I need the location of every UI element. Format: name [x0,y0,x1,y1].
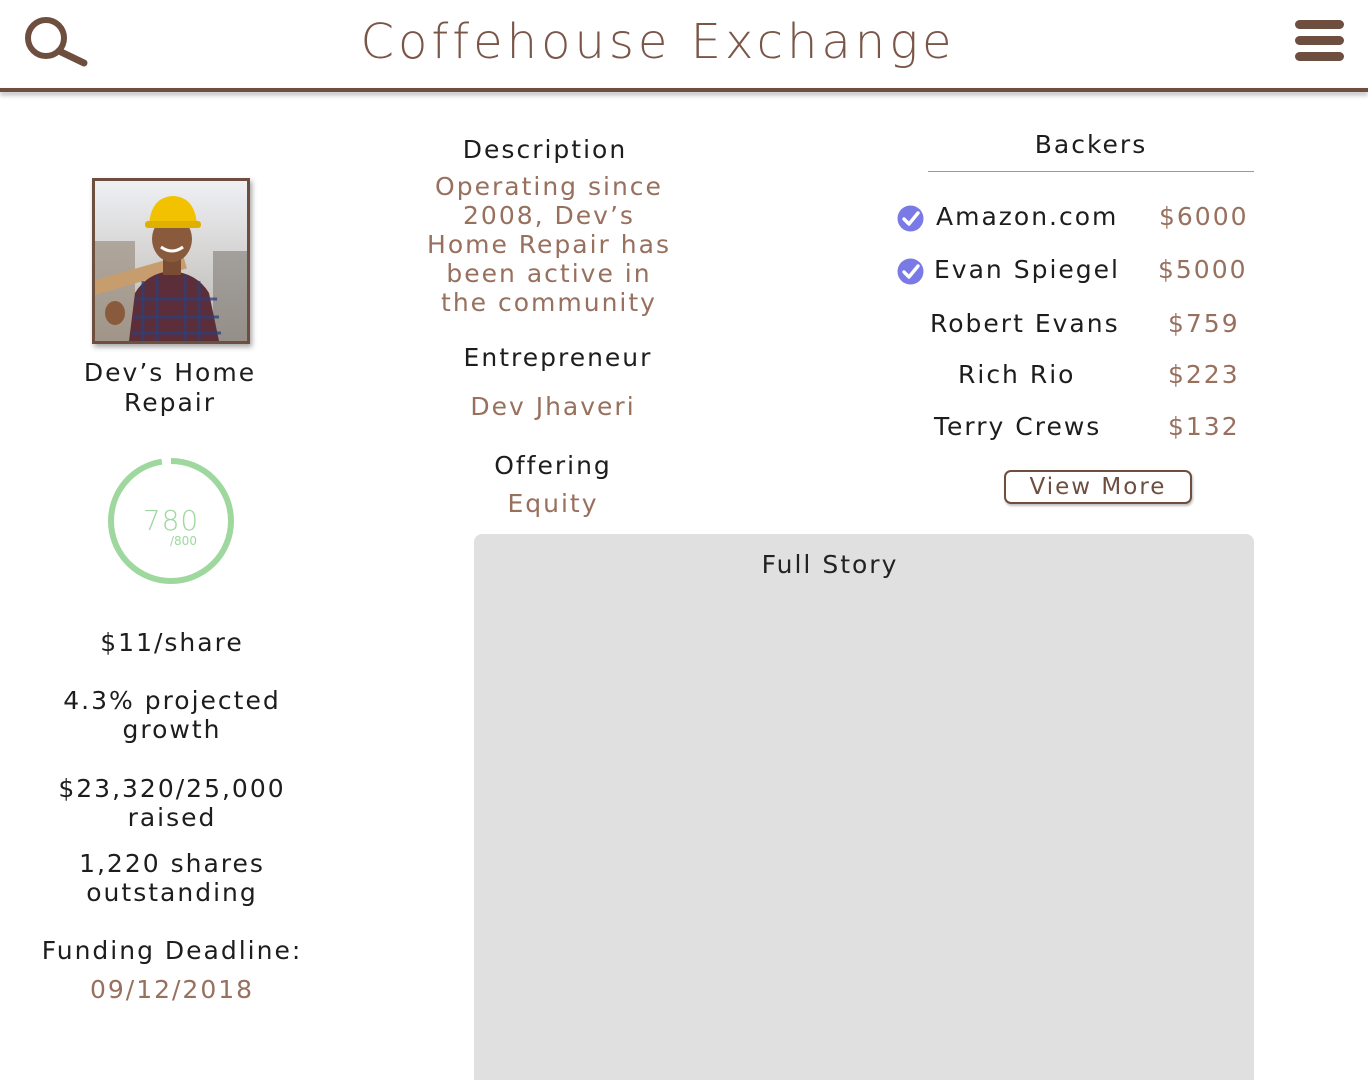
projected-growth: 4.3% projected growth [63,686,281,744]
backer-amount: $132 [1168,412,1240,441]
full-story-panel: Full Story [474,534,1254,1080]
funding-deadline-value: 09/12/2018 [89,975,255,1004]
backer-row[interactable]: Terry Crews $132 [894,412,1264,446]
full-story-title: Full Story [761,550,899,579]
contractor-photo-illustration [95,181,247,341]
score-max: /800 [170,534,197,548]
backer-row[interactable]: Evan Spiegel $5000 [894,255,1264,289]
backer-name: Terry Crews [934,412,1102,441]
backer-name: Rich Rio [958,360,1076,389]
backer-amount: $5000 [1158,255,1248,284]
offering-label: Offering [494,451,612,480]
backer-row[interactable]: Amazon.com $6000 [894,202,1264,236]
backer-name: Evan Spiegel [934,255,1120,284]
description-text: Operating since 2008, Dev’s Home Repair … [427,172,671,317]
backer-name: Amazon.com [936,202,1119,231]
price-per-share: $11/share [100,628,244,657]
backer-amount: $759 [1168,309,1240,338]
verified-check-icon [897,205,924,232]
app-header: Coffehouse Exchange [0,0,1368,90]
backer-row[interactable]: Rich Rio $223 [894,360,1264,394]
entrepreneur-name: Dev Jhaveri [470,392,636,421]
shares-outstanding: 1,220 shares outstanding [79,849,265,907]
hamburger-menu-icon [1295,20,1344,61]
backer-amount: $6000 [1159,202,1249,231]
backers-title: Backers [1034,130,1148,159]
credit-score-gauge: 780 /800 [104,454,238,588]
business-photo [92,178,250,344]
view-more-button[interactable]: View More [1004,470,1192,504]
menu-button[interactable] [1294,18,1346,66]
amount-raised: $23,320/25,000 raised [58,774,286,832]
description-label: Description [462,135,628,164]
offering-value: Equity [507,489,599,518]
entrepreneur-label: Entrepreneur [463,343,653,372]
score-value: 780 [142,504,200,537]
business-name: Dev’s Home Repair [83,358,257,417]
backers-divider [928,171,1254,172]
verified-check-icon [897,258,924,285]
funding-deadline-label: Funding Deadline: [41,936,303,965]
backer-amount: $223 [1168,360,1240,389]
header-divider [0,88,1368,92]
backer-row[interactable]: Robert Evans $759 [894,309,1264,343]
backer-name: Robert Evans [930,309,1120,338]
app-title: Coffehouse Exchange [360,14,956,70]
